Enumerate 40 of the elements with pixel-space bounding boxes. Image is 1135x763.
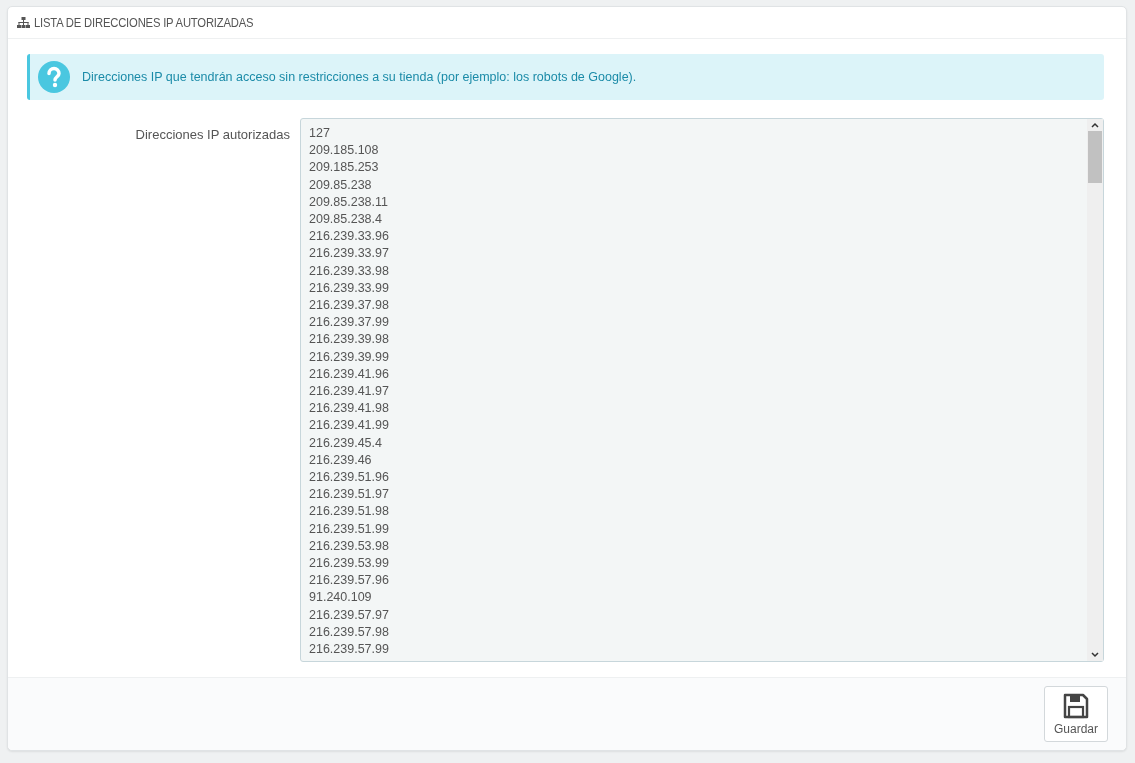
- ip-address: 216.239.51.98: [309, 503, 390, 521]
- ip-address: 216.239.33.98: [309, 262, 390, 280]
- ip-address: 216.239.51.97: [309, 486, 390, 504]
- ip-address: 216.239.41.98: [309, 400, 390, 418]
- panel-title: LISTA DE DIRECCIONES IP AUTORIZADAS: [34, 15, 254, 30]
- ip-address: 216.239.33.99: [309, 279, 390, 297]
- ip-address: 209.185.253: [309, 159, 380, 177]
- ip-address: 216.239.41.96: [309, 365, 390, 383]
- ip-address: 209.85.238.4: [309, 211, 383, 228]
- ip-address: 216.239.57.98: [309, 623, 390, 641]
- ip-address: 127: [309, 125, 331, 142]
- ip-address: 216.239.41.99: [309, 417, 390, 435]
- ip-address: 216.239.37.98: [309, 297, 390, 315]
- ip-address: 216.239.37.99: [309, 314, 390, 332]
- ip-address: 209.185.108: [309, 142, 380, 160]
- sitemap-icon: [17, 17, 30, 28]
- ip-address: 216.239.39.99: [309, 348, 390, 366]
- ip-address: 216.239.46: [309, 451, 373, 469]
- ip-address: 216.239.39.98: [309, 331, 390, 349]
- save-button[interactable]: Guardar: [1044, 686, 1108, 742]
- scrollbar[interactable]: [1087, 119, 1103, 661]
- scrollbar-thumb[interactable]: [1088, 131, 1102, 183]
- ip-address: 216.239.51.96: [309, 469, 390, 487]
- ip-address: 216.239.57.99: [309, 641, 390, 659]
- ip-address: 216.239.53.98: [309, 537, 390, 555]
- ip-address: 216.239.33.96: [309, 228, 390, 246]
- ip-address: 216.239.51.99: [309, 520, 390, 538]
- ip-address: 216.239.41.97: [309, 383, 390, 401]
- ip-address: 216.239.33.97: [309, 245, 390, 263]
- ip-address: 91.240.109: [309, 589, 373, 607]
- field-label: Direcciones IP autorizadas: [134, 126, 290, 142]
- ip-address: 209.85.238.11: [309, 193, 389, 211]
- alert-text: Direcciones IP que tendrán acceso sin restricciones a su tienda (por ejemplo: los robots de Google).: [82, 70, 637, 84]
- ip-address: 216.239.45.4: [309, 434, 383, 452]
- ip-address: 216.239.53.99: [309, 555, 390, 573]
- ip-address: 216.239.57.96: [309, 572, 390, 590]
- ip-address: 216.239.57.97: [309, 606, 390, 624]
- ip-list-field[interactable]: [300, 118, 1104, 662]
- ip-address: 209.85.238: [309, 176, 373, 194]
- question-icon: [38, 61, 70, 93]
